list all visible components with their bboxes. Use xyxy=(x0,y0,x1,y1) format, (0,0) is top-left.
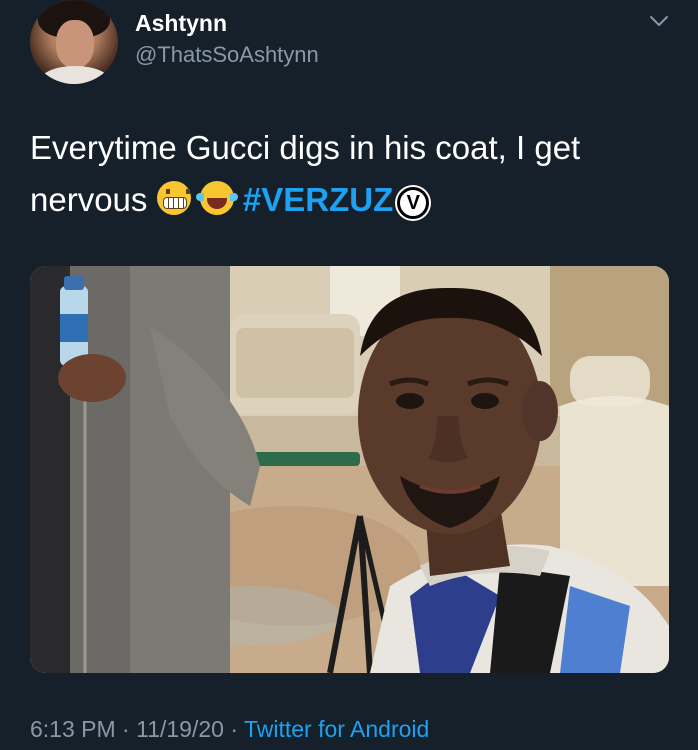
tweet-text-line-1: Everytime Gucci digs in his coat, I get xyxy=(30,129,581,166)
avatar-face xyxy=(56,20,94,68)
avatar[interactable] xyxy=(30,0,118,84)
avatar-shirt xyxy=(40,66,110,84)
tweet-source-link[interactable]: Twitter for Android xyxy=(244,716,429,742)
grimacing-face-icon xyxy=(156,181,191,215)
tweet-text-word: nervous xyxy=(30,181,148,218)
user-handle[interactable]: @ThatsSoAshtynn xyxy=(135,42,319,68)
face-with-tears-of-joy-icon xyxy=(195,181,238,215)
footer-separator: · xyxy=(115,716,137,742)
verzuz-badge-icon: V xyxy=(397,187,430,219)
chevron-down-icon[interactable] xyxy=(649,14,669,28)
display-name[interactable]: Ashtynn xyxy=(135,10,227,37)
tweet-photo[interactable] xyxy=(30,266,669,673)
tweet-footer: 6:13 PM · 11/19/20 · Twitter for Android xyxy=(30,716,429,743)
footer-separator: · xyxy=(223,716,244,742)
tweet-card: Ashtynn @ThatsSoAshtynn Everytime Gucci … xyxy=(0,0,698,750)
tweet-text: Everytime Gucci digs in his coat, I get … xyxy=(30,122,670,226)
tweet-date[interactable]: 11/19/20 xyxy=(136,716,224,742)
tweet-text-line-2: nervous #VERZUZ V xyxy=(30,174,670,226)
tweet-time[interactable]: 6:13 PM xyxy=(30,716,116,742)
photo-illustration xyxy=(30,266,669,673)
hashtag-link[interactable]: #VERZUZ xyxy=(243,181,393,218)
